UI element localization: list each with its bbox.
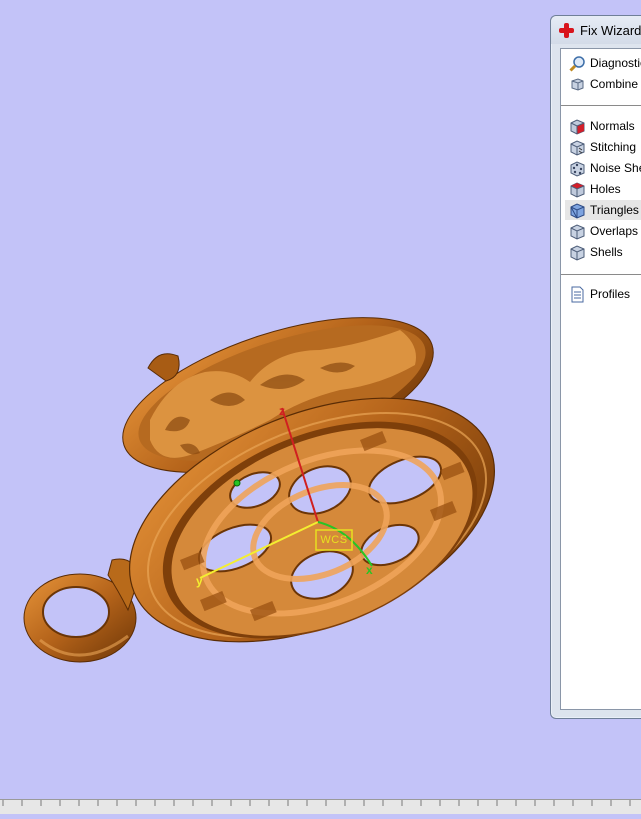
cube-blue-icon (570, 202, 585, 219)
fw-item-stitching[interactable]: Stitching (569, 137, 636, 157)
bottom-ruler (0, 799, 641, 814)
fw-item-diagnostics[interactable]: Diagnostics (569, 53, 641, 73)
axis-x-label: x (366, 563, 373, 577)
fw-item-shells[interactable]: Shells (569, 242, 623, 262)
fix-wizard-list: Diagnostics Combine Normals Sti (560, 48, 641, 710)
fix-wizard-titlebar[interactable]: Fix Wizard ( (551, 16, 641, 44)
3d-viewport[interactable]: WCS y x z (0, 0, 641, 813)
axis-z-label: z (279, 404, 285, 418)
separator (561, 274, 641, 275)
fw-item-overlaps[interactable]: Overlaps (569, 221, 638, 241)
cube-gray-icon (570, 244, 585, 261)
fw-item-combine[interactable]: Combine (569, 74, 638, 94)
red-cross-icon (559, 22, 574, 38)
ruler-ticks (2, 800, 631, 806)
fw-item-triangles[interactable]: Triangles (565, 200, 641, 220)
cube-gray-icon (570, 223, 585, 240)
document-icon (571, 286, 584, 302)
pendant-bail-ring (23, 558, 141, 663)
fw-item-noise-shells[interactable]: Noise Shells (569, 158, 641, 178)
cube-red-face-icon (570, 181, 585, 198)
cube-red-face-icon (570, 118, 585, 135)
fix-wizard-window[interactable]: Fix Wizard ( Diagnostics Combine Norma (550, 15, 641, 719)
axis-y-label: y (196, 574, 203, 588)
fw-item-holes[interactable]: Holes (569, 179, 621, 199)
combine-cubes-icon (571, 77, 584, 91)
fw-item-normals[interactable]: Normals (569, 116, 635, 136)
magnifier-icon (569, 55, 585, 72)
fix-wizard-title: Fix Wizard ( (580, 22, 641, 38)
wcs-label: WCS (320, 534, 348, 546)
separator (561, 105, 641, 106)
fw-item-profiles[interactable]: Profiles (569, 284, 630, 304)
cube-dots-icon (570, 160, 585, 177)
pendant-model[interactable] (0, 0, 641, 813)
cube-stitch-icon (570, 139, 585, 156)
